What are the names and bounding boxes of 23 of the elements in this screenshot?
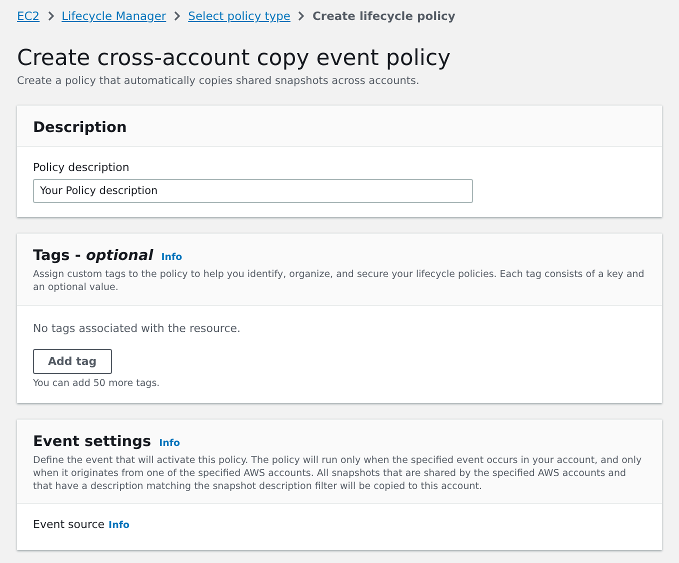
breadcrumb-link[interactable]: EC2 bbox=[17, 9, 40, 23]
info-link[interactable]: Info bbox=[108, 520, 130, 532]
section-description: Assign custom tags to the policy to help you identify, organize, and secure your lifecycle policies. Each tag consists of a key and an optional value. bbox=[33, 268, 646, 295]
hint-text: You can add 50 more tags. bbox=[33, 378, 161, 389]
chevron-right-icon bbox=[296, 11, 306, 21]
page-subtitle: Create a policy that automatically copies shared snapshots across accounts. bbox=[17, 75, 420, 87]
add-tag-button[interactable]: Add tag bbox=[33, 348, 112, 374]
page-title: Create cross-account copy event policy bbox=[17, 46, 452, 71]
chevron-right-icon bbox=[46, 11, 56, 21]
field-label: Event source bbox=[33, 518, 105, 532]
section-title: Event settings bbox=[33, 434, 152, 450]
info-link[interactable]: Info bbox=[161, 252, 182, 263]
input-field[interactable]: Your Policy description bbox=[33, 179, 473, 203]
chevron-right-icon bbox=[172, 11, 182, 21]
info-link[interactable]: Info bbox=[159, 438, 180, 449]
breadcrumb-current: Create lifecycle policy bbox=[312, 9, 456, 23]
breadcrumb-link[interactable]: Lifecycle Manager bbox=[62, 9, 166, 23]
breadcrumb-link[interactable]: Select policy type bbox=[188, 9, 290, 23]
section-title: Tags - optional bbox=[33, 248, 154, 264]
field-label: Policy description bbox=[33, 161, 130, 174]
empty-message: No tags associated with the resource. bbox=[33, 322, 242, 335]
section-description: Define the event that will activate this policy. The policy will run only when the specified event occurs in your account, and only when it originates from one of the specified AWS accounts. All snapshots that are shared by the specified AWS accounts and that have a description matching the snapshot description filter will be copied to this account. bbox=[33, 454, 643, 494]
section-title: Description bbox=[33, 120, 127, 136]
